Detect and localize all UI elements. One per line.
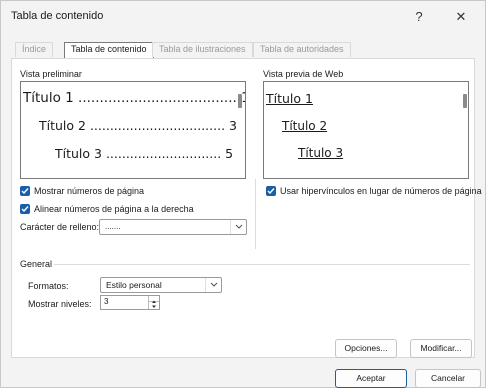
align-right-label[interactable]: Alinear números de página a la derecha: [34, 204, 194, 214]
formats-combo[interactable]: Estilo personal: [100, 277, 222, 293]
leader-value: .......: [105, 222, 121, 231]
title-bar: Tabla de contenido ? ✕: [1, 1, 485, 33]
help-button[interactable]: ?: [405, 5, 433, 29]
vertical-divider: [255, 179, 256, 249]
web-preview-box: Título 1 Título 2 Título 3: [263, 81, 469, 179]
tab-table-of-contents[interactable]: Tabla de contenido: [64, 42, 154, 58]
general-divider: [54, 264, 470, 265]
spinner-buttons: [148, 296, 159, 309]
print-preview-scrollbar[interactable]: [238, 94, 242, 108]
use-hyperlinks-label[interactable]: Usar hipervínculos en lugar de números d…: [280, 186, 482, 196]
web-preview-label: Vista previa de Web: [263, 69, 344, 79]
ok-button[interactable]: Aceptar: [335, 369, 407, 388]
print-preview-heading-1: Título 1 ...............................…: [23, 90, 246, 106]
spinner-down-icon[interactable]: [149, 302, 159, 308]
options-button[interactable]: Opciones...: [335, 339, 397, 358]
print-preview-box: Título 1 ...............................…: [20, 81, 246, 179]
cancel-button[interactable]: Cancelar: [415, 369, 481, 388]
formats-value: Estilo personal: [106, 280, 162, 290]
show-page-numbers-label[interactable]: Mostrar números de página: [34, 186, 144, 196]
tab-table-of-figures[interactable]: Tabla de ilustraciones: [152, 42, 253, 57]
web-preview-link-3[interactable]: Título 3: [298, 146, 343, 160]
web-preview-link-1[interactable]: Título 1: [266, 91, 313, 106]
tab-index[interactable]: Índice: [15, 42, 54, 57]
dialog-title: Tabla de contenido: [11, 10, 104, 22]
checkmark-icon: [21, 206, 29, 213]
print-preview-label: Vista preliminar: [20, 69, 82, 79]
modify-button[interactable]: Modificar...: [410, 339, 472, 358]
web-preview-scrollbar[interactable]: [463, 94, 467, 108]
chevron-down-icon[interactable]: [205, 278, 221, 292]
tab-panel: Vista preliminar Título 1 ..............…: [11, 58, 482, 358]
show-levels-value: 3: [104, 297, 109, 306]
web-preview-link-2[interactable]: Título 2: [282, 119, 327, 133]
chevron-down-icon[interactable]: [230, 220, 246, 234]
close-button[interactable]: ✕: [447, 5, 475, 29]
general-heading: General: [20, 259, 53, 269]
use-hyperlinks-checkbox[interactable]: [266, 186, 276, 196]
leader-combo[interactable]: .......: [99, 219, 247, 235]
print-preview-heading-2: Título 2 ...............................…: [39, 118, 237, 133]
print-preview-heading-3: Título 3 ............................. 5: [55, 146, 234, 161]
show-levels-spinner[interactable]: 3: [100, 295, 160, 310]
show-levels-label: Mostrar niveles:: [28, 299, 92, 309]
leader-label: Carácter de relleno:: [20, 222, 100, 232]
checkmark-icon: [21, 188, 29, 195]
table-of-contents-dialog: Tabla de contenido ? ✕ Índice Tabla de c…: [0, 0, 486, 388]
align-right-checkbox[interactable]: [20, 204, 30, 214]
checkmark-icon: [267, 188, 275, 195]
formats-label: Formatos:: [28, 281, 69, 291]
tab-table-of-authorities[interactable]: Tabla de autoridades: [253, 42, 351, 57]
show-page-numbers-checkbox[interactable]: [20, 186, 30, 196]
